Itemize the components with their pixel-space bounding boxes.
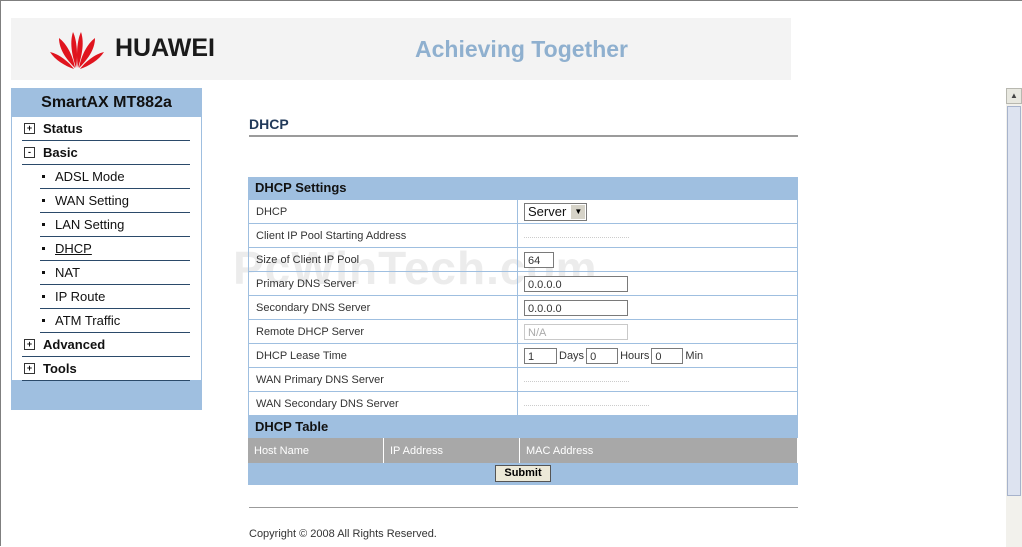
sidebar-item-label[interactable]: Tools	[43, 361, 77, 376]
scrollbar-thumb[interactable]	[1007, 106, 1021, 496]
secondary-dns-input[interactable]: 0.0.0.0	[524, 299, 628, 316]
sidebar-item-atm-traffic[interactable]: ATM Traffic	[40, 309, 190, 333]
copyright: Copyright © 2008 All Rights Reserved.	[249, 528, 437, 540]
expand-icon[interactable]: +	[24, 123, 35, 134]
column-header-mac-address: MAC Address	[519, 438, 798, 463]
sidebar-item-wan-setting[interactable]: WAN Setting	[40, 189, 190, 213]
section-header-dhcp-settings: DHCP Settings	[248, 177, 798, 199]
table-row: Primary DNS Server 0.0.0.0	[248, 271, 798, 296]
row-label: WAN Primary DNS Server	[248, 367, 518, 392]
sidebar-item-status[interactable]: + Status	[22, 117, 190, 141]
bullet-icon	[42, 271, 45, 274]
row-label: DHCP	[248, 199, 518, 224]
table-row: Size of Client IP Pool 64	[248, 247, 798, 272]
sidebar-menu: + Status - Basic ADSL Mode WAN Setting L…	[12, 117, 201, 381]
dropdown-arrow-icon[interactable]: ▼	[571, 204, 586, 219]
row-label: Primary DNS Server	[248, 271, 518, 296]
submit-button[interactable]: Submit	[495, 465, 551, 482]
model-name: SmartAX MT882a	[11, 88, 202, 117]
table-row: Client IP Pool Starting Address	[248, 223, 798, 248]
sidebar-item-nat[interactable]: NAT	[40, 261, 190, 285]
sidebar-item-label[interactable]: Advanced	[43, 337, 105, 352]
row-label: WAN Secondary DNS Server	[248, 391, 518, 416]
row-label: Size of Client IP Pool	[248, 247, 518, 272]
row-label: DHCP Lease Time	[248, 343, 518, 368]
sidebar-item-label[interactable]: NAT	[55, 265, 80, 280]
sidebar-item-label[interactable]: IP Route	[55, 289, 105, 304]
header-banner: HUAWEI Achieving Together	[11, 18, 791, 80]
expand-icon[interactable]: +	[24, 363, 35, 374]
page-title: DHCP	[249, 116, 289, 132]
bullet-icon	[42, 175, 45, 178]
table-row: Remote DHCP Server N/A	[248, 319, 798, 344]
pool-size-input[interactable]: 64	[524, 251, 554, 268]
row-label: Secondary DNS Server	[248, 295, 518, 320]
dhcp-panel: DHCP Settings DHCP Server ▼ Client IP Po…	[248, 177, 798, 485]
sidebar-item-tools[interactable]: + Tools	[22, 357, 190, 381]
column-header-host-name: Host Name	[248, 438, 384, 463]
table-header-row: Host Name IP Address MAC Address	[248, 438, 798, 463]
expand-icon[interactable]: +	[24, 339, 35, 350]
bullet-icon	[42, 223, 45, 226]
title-divider	[249, 135, 798, 137]
sidebar-item-label[interactable]: DHCP	[55, 241, 92, 256]
slogan: Achieving Together	[415, 36, 628, 62]
wan-primary-dns-input[interactable]	[524, 377, 629, 383]
column-header-ip-address: IP Address	[383, 438, 520, 463]
hours-label: Hours	[620, 349, 650, 362]
bullet-icon	[42, 319, 45, 322]
wan-secondary-dns-input[interactable]	[524, 401, 649, 407]
remote-dhcp-input[interactable]: N/A	[524, 323, 628, 340]
primary-dns-input[interactable]: 0.0.0.0	[524, 275, 628, 292]
row-label: Remote DHCP Server	[248, 319, 518, 344]
sidebar-item-label[interactable]: Basic	[43, 145, 78, 160]
row-label: Client IP Pool Starting Address	[248, 223, 518, 248]
settings-table: DHCP Server ▼ Client IP Pool Starting Ad…	[248, 199, 798, 416]
sidebar-item-advanced[interactable]: + Advanced	[22, 333, 190, 357]
lease-hours-input[interactable]: 0	[586, 347, 619, 364]
scroll-up-arrow-icon[interactable]: ▲	[1006, 88, 1022, 104]
bullet-icon	[42, 199, 45, 202]
mins-label: Min	[685, 349, 704, 362]
bullet-icon	[42, 247, 45, 250]
sidebar-item-lan-setting[interactable]: LAN Setting	[40, 213, 190, 237]
dhcp-client-table: Host Name IP Address MAC Address	[248, 438, 798, 463]
table-row: WAN Secondary DNS Server	[248, 391, 798, 416]
table-row: DHCP Server ▼	[248, 199, 798, 224]
sidebar-item-label[interactable]: LAN Setting	[55, 217, 124, 232]
sidebar-item-adsl-mode[interactable]: ADSL Mode	[40, 165, 190, 189]
sidebar: SmartAX MT882a + Status - Basic ADSL Mod…	[11, 88, 202, 410]
sidebar-item-ip-route[interactable]: IP Route	[40, 285, 190, 309]
vertical-scrollbar[interactable]: ▲	[1006, 88, 1022, 547]
pool-start-input[interactable]	[524, 233, 629, 239]
sidebar-item-dhcp[interactable]: DHCP	[40, 237, 190, 261]
submit-row: Submit	[248, 463, 798, 485]
table-row: DHCP Lease Time 1 Days 0 Hours 0 Min	[248, 343, 798, 368]
sidebar-item-basic[interactable]: - Basic	[22, 141, 190, 165]
table-row: Secondary DNS Server 0.0.0.0	[248, 295, 798, 320]
sidebar-item-label[interactable]: Status	[43, 121, 83, 136]
lease-days-input[interactable]: 1	[524, 347, 557, 364]
lease-mins-input[interactable]: 0	[651, 347, 684, 364]
bullet-icon	[42, 295, 45, 298]
sidebar-item-label[interactable]: ATM Traffic	[55, 313, 120, 328]
footer-divider	[249, 507, 798, 508]
brand-name: HUAWEI	[115, 34, 215, 62]
sidebar-item-label[interactable]: ADSL Mode	[55, 169, 125, 184]
collapse-icon[interactable]: -	[24, 147, 35, 158]
select-value: Server	[528, 203, 567, 219]
huawei-logo-icon	[50, 32, 104, 69]
table-row: WAN Primary DNS Server	[248, 367, 798, 392]
dhcp-mode-select[interactable]: Server ▼	[524, 202, 588, 221]
days-label: Days	[559, 349, 585, 362]
section-header-dhcp-table: DHCP Table	[248, 416, 798, 438]
sidebar-item-label[interactable]: WAN Setting	[55, 193, 129, 208]
